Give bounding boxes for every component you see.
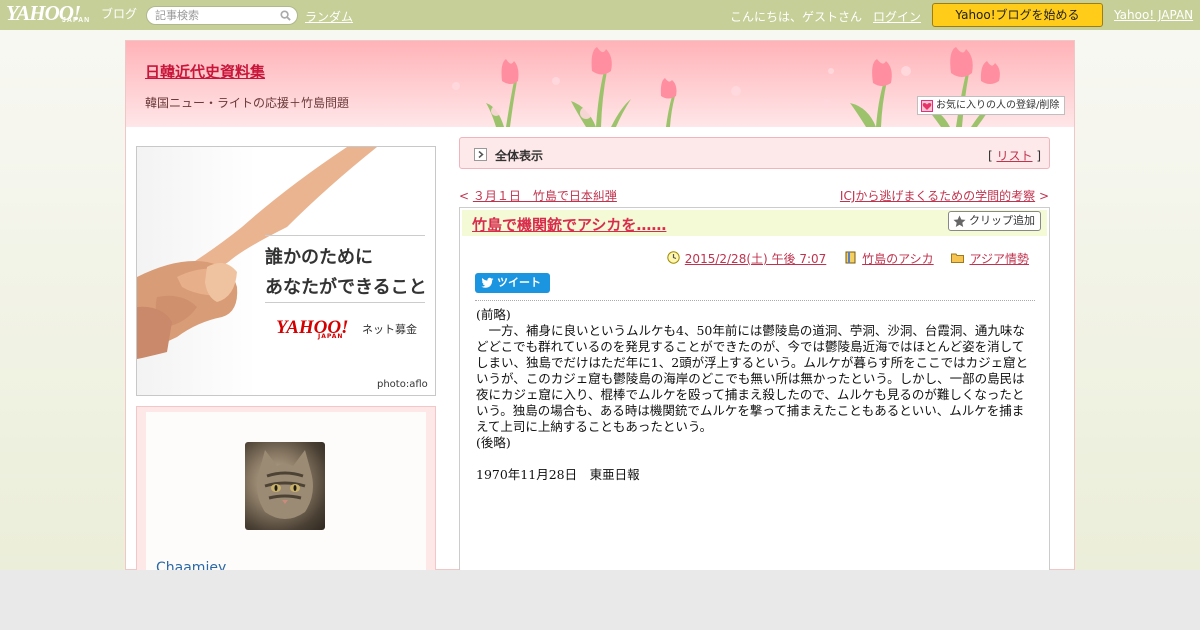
- logo-japan-text: JAPAN: [62, 17, 91, 24]
- article-header: 竹島で機関銃でアシカを‥‥‥ クリップ追加: [462, 210, 1047, 236]
- list-link[interactable]: リスト: [996, 149, 1032, 163]
- clip-add-button[interactable]: クリップ追加: [948, 211, 1041, 231]
- article-paragraph: 一方、補身に良いというムルケも4、50年前には鬱陵島の道洞、苧洞、沙洞、台霞洞、…: [476, 323, 1029, 434]
- article-category: 竹島のアシカ: [844, 250, 934, 267]
- ad-divider: [265, 235, 425, 236]
- heart-icon: [921, 100, 933, 112]
- ad-service-name: ネット募金: [362, 323, 417, 336]
- star-icon: [953, 215, 966, 227]
- article-paragraph: (前略): [476, 307, 511, 322]
- book-icon: [845, 251, 856, 264]
- ad-photo-credit: photo:aflo: [377, 379, 428, 390]
- search-icon[interactable]: [280, 10, 291, 21]
- yahoo-japan-link[interactable]: Yahoo! JAPAN: [1114, 8, 1193, 22]
- start-blog-button[interactable]: Yahoo!ブログを始める: [932, 3, 1103, 27]
- article-title[interactable]: 竹島で機関銃でアシカを‥‥‥: [472, 214, 666, 235]
- article-datetime-link[interactable]: 2015/2/28(土) 午後 7:07: [685, 252, 826, 266]
- ad-line-1: 誰かのために: [265, 247, 373, 268]
- article-folder-link[interactable]: アジア情勢: [969, 252, 1029, 266]
- article-category-link[interactable]: 竹島のアシカ: [862, 252, 934, 266]
- view-mode-bar: 全体表示 [ リスト ]: [459, 137, 1050, 169]
- tweet-button[interactable]: ツイート: [475, 273, 550, 293]
- cat-avatar-image: [257, 450, 313, 519]
- prev-article-link[interactable]: ３月１日 竹島で日本糾弾: [473, 189, 617, 203]
- prev-article-nav: < ３月１日 竹島で日本糾弾: [459, 189, 617, 203]
- bird-icon: [481, 277, 494, 288]
- article-spacer: [476, 451, 1036, 467]
- clock-icon: [667, 251, 680, 264]
- article-paragraph: (後略): [476, 435, 511, 450]
- arrow-right-icon: [474, 148, 487, 161]
- greeting-text: こんにちは、ゲストさん: [730, 10, 863, 24]
- next-article-nav: ICJから逃げまくるための学問的考察 >: [839, 189, 1049, 203]
- blog-header: 日韓近代史資料集 韓国ニュー・ライトの応援＋竹島問題 お気に入りの人の登録/削除: [126, 41, 1074, 127]
- article-source: 1970年11月28日 東亜日報: [476, 467, 640, 482]
- search-box: [146, 6, 298, 25]
- ad-japan-text: JAPAN: [318, 333, 344, 340]
- holding-hands-image: [137, 147, 377, 359]
- blog-title[interactable]: 日韓近代史資料集: [145, 61, 265, 82]
- profile-inner: Chaamiey: [146, 412, 426, 577]
- ad-divider: [265, 302, 425, 303]
- view-all-label: 全体表示: [495, 149, 544, 163]
- article-folder: アジア情勢: [951, 250, 1029, 267]
- folder-icon: [951, 253, 965, 263]
- charity-ad-banner[interactable]: 誰かのために あなたができること YAHOO! JAPAN ネット募金 phot…: [136, 146, 436, 396]
- top-bar: YAHOO! JAPAN ブログ ランダム こんにちは、ゲストさん ログイン Y…: [0, 0, 1200, 30]
- blog-description: 韓国ニュー・ライトの応援＋竹島問題: [145, 96, 350, 110]
- article-body: (前略) 一方、補身に良いというムルケも4、50年前には鬱陵島の道洞、苧洞、沙洞…: [476, 307, 1036, 483]
- tweet-label: ツイート: [497, 276, 541, 289]
- article-meta: 2015/2/28(土) 午後 7:07 竹島のアシカ アジア情勢: [653, 250, 1029, 267]
- ad-line-2: あなたができること: [265, 277, 427, 298]
- profile-box: Chaamiey: [136, 406, 436, 577]
- search-input[interactable]: [155, 8, 275, 23]
- footer-area: [0, 570, 1200, 630]
- logo-blog-text: ブログ: [101, 7, 138, 21]
- next-article-link[interactable]: ICJから逃げまくるための学問的考察: [840, 189, 1035, 203]
- list-view-toggle: [ リスト ]: [987, 149, 1041, 163]
- blog-container: 日韓近代史資料集 韓国ニュー・ライトの応援＋竹島問題 お気に入りの人の登録/削除…: [125, 40, 1075, 577]
- avatar[interactable]: [245, 442, 325, 530]
- favorite-button-label: お気に入りの人の登録/削除: [936, 100, 1060, 111]
- article: 竹島で機関銃でアシカを‥‥‥ クリップ追加 2015/2/28(土) 午後 7:…: [459, 207, 1050, 577]
- article-divider: [475, 300, 1035, 301]
- clip-button-label: クリップ追加: [969, 214, 1035, 227]
- article-datetime: 2015/2/28(土) 午後 7:07: [667, 250, 826, 267]
- favorite-register-button[interactable]: お気に入りの人の登録/削除: [917, 96, 1065, 115]
- login-link[interactable]: ログイン: [873, 8, 921, 25]
- random-link[interactable]: ランダム: [305, 8, 353, 25]
